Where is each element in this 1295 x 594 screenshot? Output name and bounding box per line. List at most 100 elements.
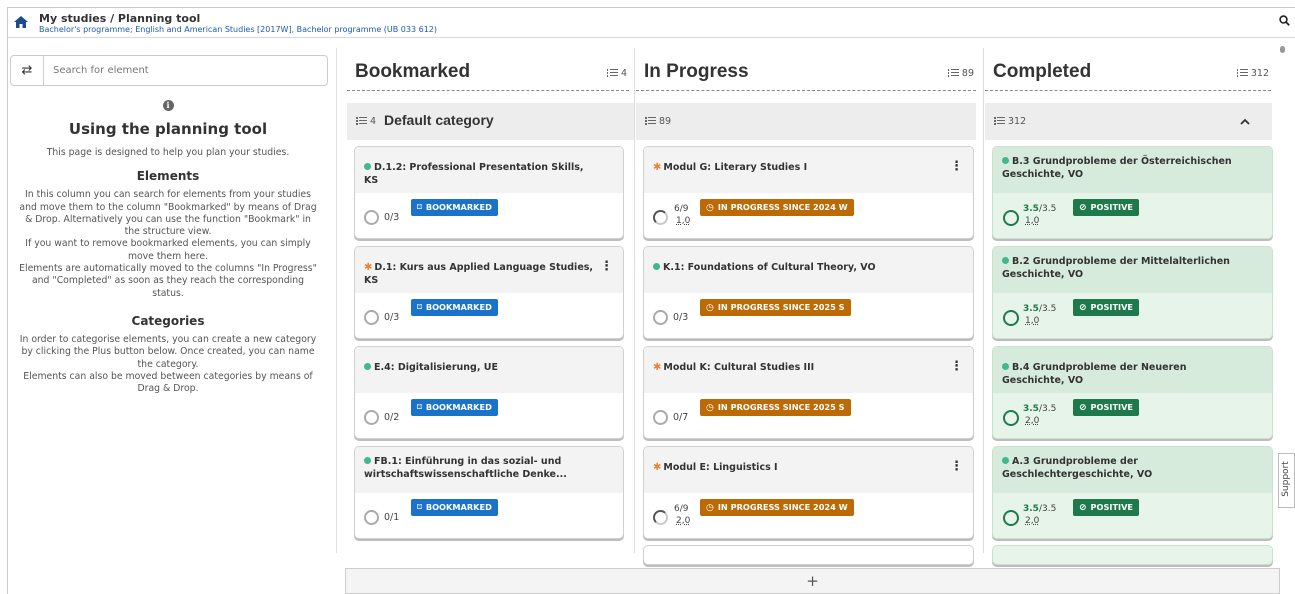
more-options-icon[interactable]: ⋮ bbox=[950, 360, 963, 373]
element-card[interactable]: D.1.2: Professional Presentation Skills,… bbox=[354, 146, 624, 239]
element-card[interactable]: ✱ D.1: Kurs aus Applied Language Studies,… bbox=[354, 246, 624, 339]
more-options-icon[interactable]: ⋮ bbox=[600, 260, 613, 273]
card-progress: 0/2 bbox=[384, 412, 400, 423]
help-column: ⇄ i Using the planning tool This page is… bbox=[8, 48, 328, 594]
progress-ring-icon bbox=[1003, 510, 1019, 526]
ects-value: 1,0 bbox=[676, 216, 691, 226]
card-title: Modul G: Literary Studies I bbox=[663, 162, 808, 173]
category-header[interactable]: 4 Default category bbox=[347, 103, 634, 140]
category-name[interactable]: Default category bbox=[384, 112, 494, 128]
ects-value: 1,0 bbox=[1025, 216, 1040, 226]
card-title: D.1: Kurs aus Applied Language Studies, … bbox=[364, 262, 594, 286]
progress-ring-icon bbox=[364, 310, 379, 325]
status-badge: ⊘ POSITIVE bbox=[1073, 299, 1140, 316]
category-header[interactable]: 89 bbox=[636, 103, 976, 140]
swap-icon[interactable]: ⇄ bbox=[11, 56, 44, 85]
chevron-up-icon[interactable] bbox=[1240, 114, 1250, 128]
ects-value: 2,0 bbox=[1025, 516, 1040, 526]
element-card[interactable]: K.1: Foundations of Cultural Theory, VO … bbox=[643, 246, 974, 339]
status-badge: ⌑ BOOKMARKED bbox=[411, 399, 498, 416]
bookmark-icon: ⌑ bbox=[417, 303, 422, 313]
status-dot-icon bbox=[653, 263, 660, 270]
check-circle-icon: ⊘ bbox=[1079, 203, 1087, 213]
status-badge: ◷ IN PROGRESS SINCE 2024 W bbox=[700, 499, 854, 516]
card-progress: 6/9 2,0 bbox=[674, 504, 691, 526]
status-badge: ⌑ BOOKMARKED bbox=[411, 199, 498, 216]
status-dot-icon bbox=[1002, 257, 1009, 264]
progress-ring-icon bbox=[653, 310, 668, 325]
clock-icon: ◷ bbox=[706, 203, 714, 213]
status-badge: ⊘ POSITIVE bbox=[1073, 199, 1140, 216]
status-dot-icon bbox=[1002, 457, 1009, 464]
support-tab[interactable]: Support bbox=[1278, 453, 1295, 508]
progress-ring-icon bbox=[1003, 210, 1019, 226]
element-card-partial[interactable] bbox=[992, 545, 1273, 565]
element-card-partial[interactable] bbox=[643, 545, 974, 565]
status-badge: ◷ IN PROGRESS SINCE 2025 S bbox=[700, 399, 851, 416]
progress-ring-icon bbox=[653, 410, 668, 425]
element-card[interactable]: ✱ Modul K: Cultural Studies III ⋮ 0/7 ◷ IN… bbox=[643, 346, 974, 439]
element-card[interactable]: FB.1: Einführung in das sozial- und wirt… bbox=[354, 446, 624, 539]
bookmark-icon: ⌑ bbox=[417, 203, 422, 213]
support-label: Support bbox=[1281, 461, 1291, 497]
search-input[interactable] bbox=[44, 56, 327, 85]
help-title: Using the planning tool bbox=[68, 120, 268, 138]
card-title: D.1.2: Professional Presentation Skills,… bbox=[364, 162, 584, 186]
help-intro: This page is designed to help you plan y… bbox=[46, 147, 290, 158]
list-icon bbox=[994, 117, 1005, 125]
card-progress: 3.5/3.5 2,0 bbox=[1023, 504, 1057, 526]
categories-text: In order to categorise elements, you can… bbox=[19, 333, 317, 370]
more-options-icon[interactable]: ⋮ bbox=[950, 160, 963, 173]
card-title: E.4: Digitalisierung, UE bbox=[374, 362, 498, 373]
status-dot-icon bbox=[364, 457, 371, 464]
card-title: Modul E: Linguistics I bbox=[663, 462, 778, 473]
progress-ring-icon bbox=[364, 210, 379, 225]
card-title: A.3 Grundprobleme der Geschlechtergeschi… bbox=[1002, 456, 1153, 480]
ects-value: 2,0 bbox=[676, 516, 691, 526]
status-dot-icon bbox=[364, 163, 371, 170]
column-header: In Progress 89 bbox=[636, 59, 976, 91]
element-card[interactable]: ✱ Modul E: Linguistics I ⋮ 6/9 2,0 ◷ IN PRO… bbox=[643, 446, 974, 539]
clock-icon: ◷ bbox=[706, 503, 714, 513]
add-category-button[interactable]: + bbox=[345, 568, 1280, 594]
element-card[interactable]: E.4: Digitalisierung, UE 0/2 ⌑ BOOKMARKED bbox=[354, 346, 624, 439]
element-card[interactable]: A.3 Grundprobleme der Geschlechtergeschi… bbox=[992, 446, 1273, 539]
status-badge: ◷ IN PROGRESS SINCE 2024 W bbox=[700, 199, 854, 216]
card-progress: 3.5/3.5 1,0 bbox=[1023, 304, 1057, 326]
column-title: Bookmarked bbox=[355, 61, 471, 82]
element-card[interactable]: B.2 Grundprobleme der Mittelalterlichen … bbox=[992, 246, 1273, 339]
ects-value: 2,0 bbox=[1025, 416, 1040, 426]
elements-heading: Elements bbox=[136, 169, 200, 184]
list-icon bbox=[1236, 69, 1248, 77]
check-circle-icon: ⊘ bbox=[1079, 503, 1087, 513]
search-icon[interactable] bbox=[1279, 15, 1290, 29]
card-title: B.2 Grundprobleme der Mittelalterlichen … bbox=[1002, 256, 1230, 280]
status-badge: ⊘ POSITIVE bbox=[1073, 499, 1140, 516]
programme-link[interactable]: Bachelor's programme; English and Americ… bbox=[39, 25, 437, 34]
element-card[interactable]: B.4 Grundprobleme der Neueren Geschichte… bbox=[992, 346, 1273, 439]
column-count: 89 bbox=[947, 68, 974, 79]
card-title: K.1: Foundations of Cultural Theory, VO bbox=[663, 262, 876, 273]
element-card[interactable]: B.3 Grundprobleme der Österreichischen G… bbox=[992, 146, 1273, 239]
list-icon bbox=[606, 69, 618, 77]
element-card[interactable]: ✱ Modul G: Literary Studies I ⋮ 6/9 1,0 ◷ I… bbox=[643, 146, 974, 239]
status-dot-icon bbox=[364, 363, 371, 370]
progress-ring-icon bbox=[1003, 310, 1019, 326]
card-progress: 0/3 bbox=[384, 312, 400, 323]
status-badge: ⌑ BOOKMARKED bbox=[411, 299, 498, 316]
completed-column: Completed 312 312 B.3 Grundprobleme der … bbox=[984, 48, 1284, 565]
scrollbar-thumb[interactable] bbox=[1280, 46, 1285, 53]
module-star-icon: ✱ bbox=[653, 162, 662, 173]
module-star-icon: ✱ bbox=[653, 362, 662, 373]
column-header: Bookmarked 4 bbox=[347, 59, 629, 91]
category-count: 312 bbox=[994, 116, 1026, 127]
progress-ring-icon bbox=[653, 210, 668, 225]
card-progress: 0/1 bbox=[384, 512, 400, 523]
clock-icon: ◷ bbox=[706, 403, 714, 413]
more-options-icon[interactable]: ⋮ bbox=[950, 460, 963, 473]
card-progress: 0/3 bbox=[673, 312, 689, 323]
category-header[interactable]: 312 bbox=[985, 103, 1272, 140]
elements-text-3: Elements are automatically moved to the … bbox=[19, 263, 317, 299]
home-icon[interactable] bbox=[10, 10, 32, 34]
status-badge: ⊘ POSITIVE bbox=[1073, 399, 1140, 416]
